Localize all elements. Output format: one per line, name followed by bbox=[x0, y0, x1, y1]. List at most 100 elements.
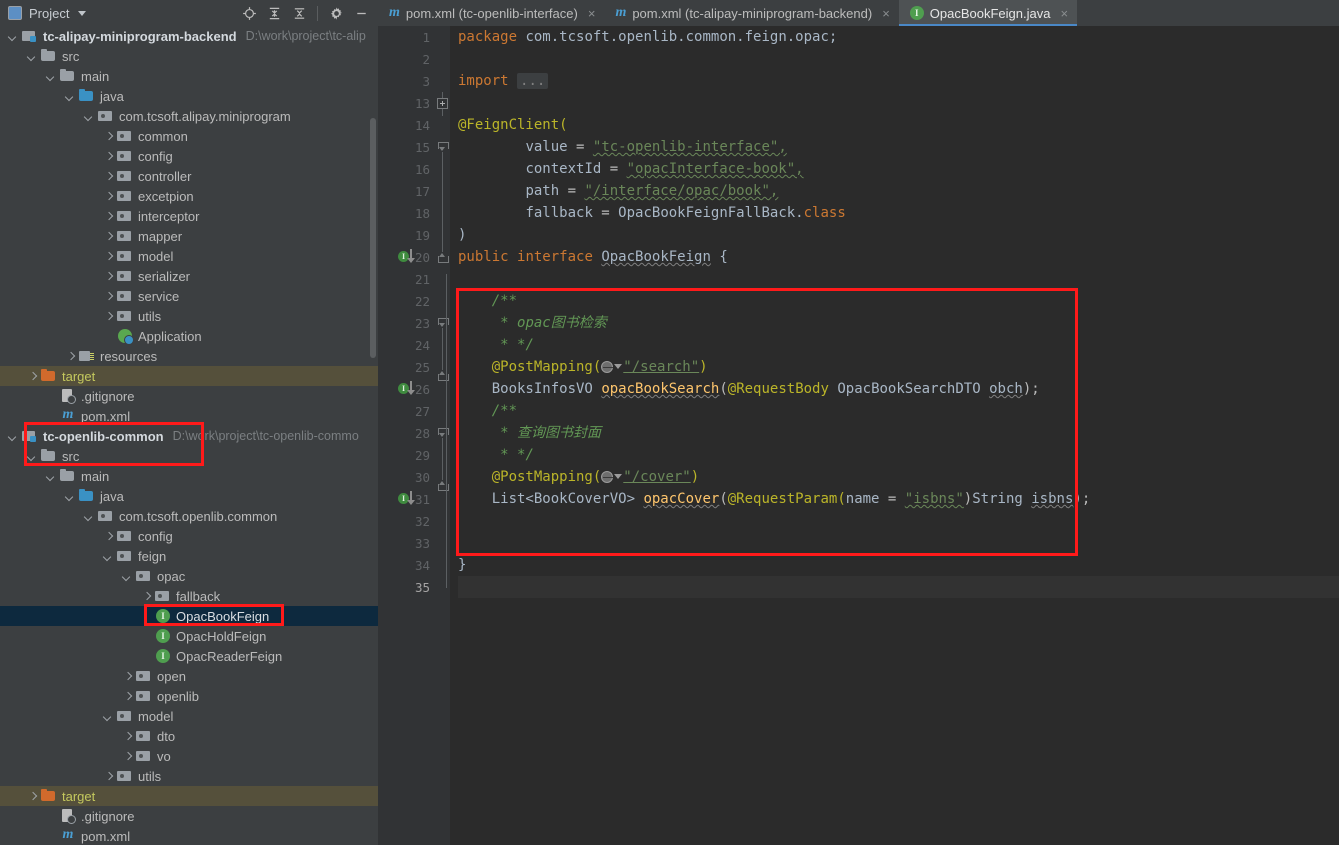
chevron-down-icon[interactable] bbox=[103, 711, 114, 722]
tree-row-opac[interactable]: opac bbox=[0, 566, 378, 586]
tree-row-resources[interactable]: resources bbox=[0, 346, 378, 366]
chevron-down-icon[interactable] bbox=[8, 431, 19, 442]
folded-imports-chip[interactable]: ... bbox=[517, 73, 549, 89]
line-number-32[interactable]: 32 bbox=[378, 510, 436, 532]
line-number-35[interactable]: 35 bbox=[378, 576, 436, 598]
fold-region-annotation-end-icon[interactable] bbox=[438, 252, 449, 263]
chevron-right-icon[interactable] bbox=[27, 791, 38, 802]
line-number-16[interactable]: 16 bbox=[378, 158, 436, 180]
tree-row-tc-openlib-common[interactable]: tc-openlib-common D:\work\project\tc-open… bbox=[0, 426, 378, 446]
line-number-33[interactable]: 33 bbox=[378, 532, 436, 554]
line-number-21[interactable]: 21 bbox=[378, 268, 436, 290]
editor-code-area[interactable]: package com.tcsoft.openlib.common.feign.… bbox=[450, 26, 1339, 845]
implemented-marker-icon[interactable]: I bbox=[398, 381, 415, 397]
chevron-right-icon[interactable] bbox=[141, 591, 152, 602]
tree-row-openlib[interactable]: openlib bbox=[0, 686, 378, 706]
editor-tab-pom-alipay-backend[interactable]: m pom.xml (tc-alipay-miniprogram-backend… bbox=[604, 0, 899, 26]
chevron-right-icon[interactable] bbox=[103, 191, 114, 202]
line-number-2[interactable]: 2 bbox=[378, 48, 436, 70]
close-icon[interactable]: × bbox=[1060, 6, 1068, 21]
tree-row-model[interactable]: model bbox=[0, 246, 378, 266]
tree-row-pom-xml[interactable]: pom.xml bbox=[0, 826, 378, 845]
chevron-down-icon[interactable] bbox=[46, 471, 57, 482]
line-number-34[interactable]: 34 bbox=[378, 554, 436, 576]
tree-row--gitignore[interactable]: .gitignore bbox=[0, 806, 378, 826]
chevron-down-icon[interactable] bbox=[46, 71, 57, 82]
chevron-right-icon[interactable] bbox=[103, 151, 114, 162]
chevron-down-icon[interactable] bbox=[614, 364, 623, 369]
tree-row-vo[interactable]: vo bbox=[0, 746, 378, 766]
tree-row-com-tcsoft-alipay-miniprogram[interactable]: com.tcsoft.alipay.miniprogram bbox=[0, 106, 378, 126]
chevron-right-icon[interactable] bbox=[65, 351, 76, 362]
line-number-23[interactable]: 23 bbox=[378, 312, 436, 334]
tree-row-utils[interactable]: utils bbox=[0, 766, 378, 786]
mapping-path-search[interactable]: "/search" bbox=[623, 359, 699, 375]
line-number-19[interactable]: 19 bbox=[378, 224, 436, 246]
line-number-3[interactable]: 3 bbox=[378, 70, 436, 92]
tree-row-config[interactable]: config bbox=[0, 526, 378, 546]
mapping-path-cover[interactable]: "/cover" bbox=[623, 469, 690, 485]
tree-row-pom-xml[interactable]: pom.xml bbox=[0, 406, 378, 426]
chevron-down-icon[interactable] bbox=[78, 10, 87, 16]
chevron-down-icon[interactable] bbox=[8, 31, 19, 42]
tree-row-opacholdfeign[interactable]: OpacHoldFeign bbox=[0, 626, 378, 646]
line-number-15[interactable]: 15 bbox=[378, 136, 436, 158]
settings-gear-icon[interactable] bbox=[325, 2, 347, 24]
tree-row--gitignore[interactable]: .gitignore bbox=[0, 386, 378, 406]
tree-row-tc-alipay-miniprogram-backend[interactable]: tc-alipay-miniprogram-backend D:\work\pro… bbox=[0, 26, 378, 46]
chevron-right-icon[interactable] bbox=[103, 771, 114, 782]
chevron-down-icon[interactable] bbox=[65, 491, 76, 502]
line-number-14[interactable]: 14 bbox=[378, 114, 436, 136]
tree-row-controller[interactable]: controller bbox=[0, 166, 378, 186]
chevron-down-icon[interactable] bbox=[27, 451, 38, 462]
project-tree[interactable]: tc-alipay-miniprogram-backend D:\work\pro… bbox=[0, 26, 378, 845]
chevron-right-icon[interactable] bbox=[103, 131, 114, 142]
line-number-18[interactable]: 18 bbox=[378, 202, 436, 224]
editor-tab-pom-openlib-interface[interactable]: m pom.xml (tc-openlib-interface) × bbox=[378, 0, 605, 26]
tree-row-feign[interactable]: feign bbox=[0, 546, 378, 566]
chevron-right-icon[interactable] bbox=[122, 691, 133, 702]
tree-row-java[interactable]: java bbox=[0, 86, 378, 106]
line-number-27[interactable]: 27 bbox=[378, 400, 436, 422]
chevron-right-icon[interactable] bbox=[103, 531, 114, 542]
chevron-right-icon[interactable] bbox=[122, 671, 133, 682]
chevron-down-icon[interactable] bbox=[103, 551, 114, 562]
code-editor[interactable]: 1 2 3 13 14 15 16 17 18 19 20 I 21 22 23 24 25 26 I 27 28 29 3… bbox=[378, 26, 1339, 845]
chevron-right-icon[interactable] bbox=[103, 291, 114, 302]
tree-row-mapper[interactable]: mapper bbox=[0, 226, 378, 246]
tree-row-opacreaderfeign[interactable]: OpacReaderFeign bbox=[0, 646, 378, 666]
tree-row-opacbookfeign[interactable]: OpacBookFeign bbox=[0, 606, 378, 626]
chevron-right-icon[interactable] bbox=[103, 251, 114, 262]
chevron-right-icon[interactable] bbox=[103, 231, 114, 242]
line-number-1[interactable]: 1 bbox=[378, 26, 436, 48]
line-number-29[interactable]: 29 bbox=[378, 444, 436, 466]
chevron-down-icon[interactable] bbox=[84, 511, 95, 522]
chevron-right-icon[interactable] bbox=[103, 271, 114, 282]
tree-row-serializer[interactable]: serializer bbox=[0, 266, 378, 286]
locate-icon[interactable] bbox=[238, 2, 260, 24]
implemented-marker-icon[interactable]: I bbox=[398, 491, 415, 507]
tree-row-src[interactable]: src bbox=[0, 46, 378, 66]
chevron-right-icon[interactable] bbox=[103, 171, 114, 182]
chevron-right-icon[interactable] bbox=[103, 211, 114, 222]
tree-row-open[interactable]: open bbox=[0, 666, 378, 686]
line-number-24[interactable]: 24 bbox=[378, 334, 436, 356]
expand-all-icon[interactable] bbox=[263, 2, 285, 24]
chevron-right-icon[interactable] bbox=[103, 311, 114, 322]
tree-row-main[interactable]: main bbox=[0, 466, 378, 486]
close-icon[interactable]: × bbox=[588, 6, 596, 21]
editor-tab-opacbookfeign[interactable]: I OpacBookFeign.java × bbox=[898, 0, 1078, 26]
line-number-30[interactable]: 30 bbox=[378, 466, 436, 488]
implemented-marker-icon[interactable]: I bbox=[398, 249, 415, 265]
chevron-down-icon[interactable] bbox=[84, 111, 95, 122]
chevron-down-icon[interactable] bbox=[122, 571, 133, 582]
line-number-17[interactable]: 17 bbox=[378, 180, 436, 202]
line-number-25[interactable]: 25 bbox=[378, 356, 436, 378]
tree-row-target[interactable]: target bbox=[0, 366, 378, 386]
hide-toolwindow-icon[interactable] bbox=[350, 2, 372, 24]
chevron-right-icon[interactable] bbox=[27, 371, 38, 382]
tree-row-excetpion[interactable]: excetpion bbox=[0, 186, 378, 206]
tree-row-interceptor[interactable]: interceptor bbox=[0, 206, 378, 226]
tree-row-fallback[interactable]: fallback bbox=[0, 586, 378, 606]
tree-row-target[interactable]: target bbox=[0, 786, 378, 806]
